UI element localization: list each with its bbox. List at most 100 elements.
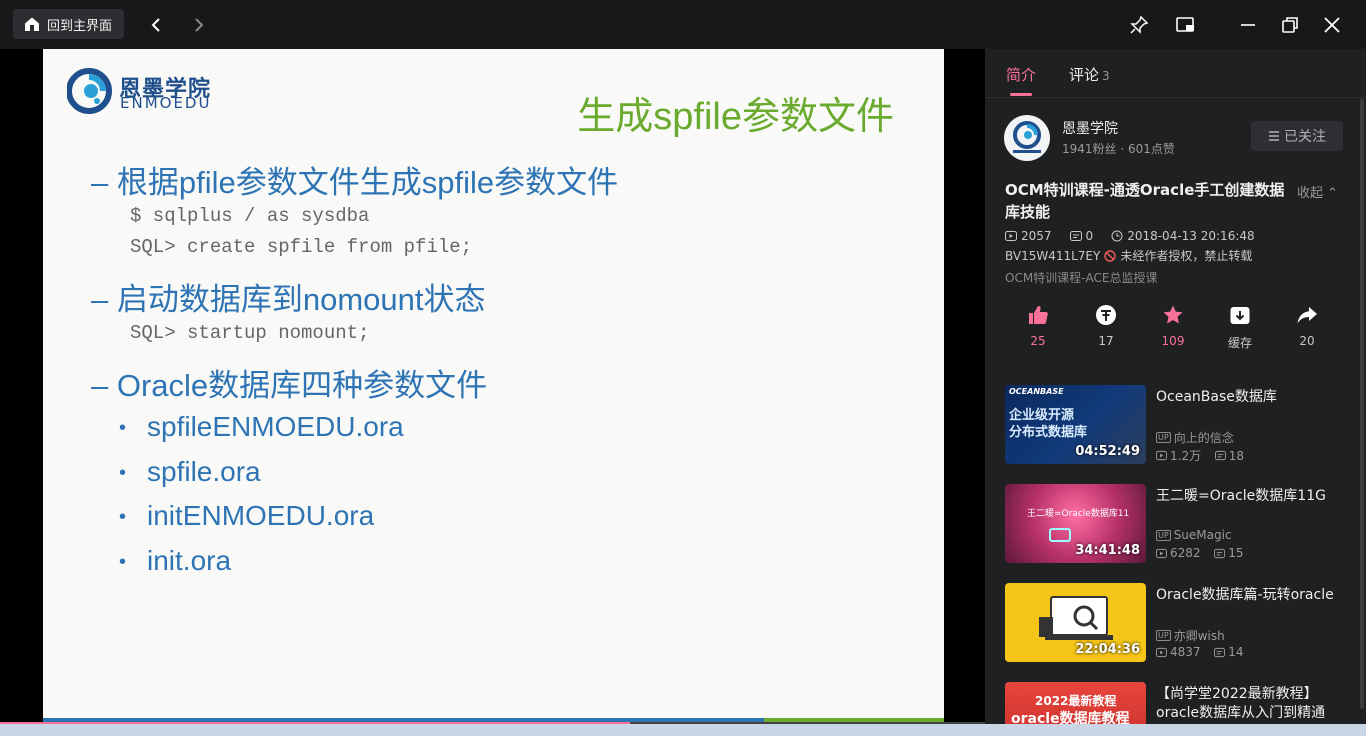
recommendation-item[interactable]: 22:04:36 Oracle数据库篇-玩转oracle UP 亦卿wish 48…	[1005, 583, 1350, 663]
share-icon	[1297, 307, 1317, 324]
play-count-icon	[1005, 231, 1017, 241]
bvid-row: BV15W411L7EY 未经作者授权，禁止转载	[1005, 247, 1252, 264]
home-icon	[25, 17, 39, 31]
tab-intro[interactable]: 简介	[1006, 64, 1036, 85]
close-button[interactable]	[1320, 13, 1344, 37]
enmoedu-logo: 恩墨学院 ENMOEDU	[67, 67, 217, 115]
danmaku-count: 0	[1085, 229, 1094, 243]
pin-button[interactable]	[1127, 13, 1151, 37]
danmaku-icon	[1214, 647, 1226, 657]
recommendation-title[interactable]: OceanBase数据库	[1156, 388, 1346, 407]
danmaku-icon	[1214, 450, 1226, 461]
picture-in-picture-icon	[1176, 17, 1194, 32]
coin-button[interactable]: 17	[1076, 304, 1136, 348]
star-icon	[1163, 305, 1183, 324]
recommendation-thumbnail[interactable]: OCEANBASE 企业级开源 分布式数据库 04:52:49	[1005, 385, 1146, 464]
collapse-toggle[interactable]: 收起 ⌃	[1297, 182, 1338, 201]
video-duration: 22:04:36	[1075, 642, 1140, 657]
panel-scrollbar[interactable]	[1360, 99, 1364, 709]
danmaku-icon	[1214, 548, 1226, 558]
top-bar: 回到主界面	[0, 0, 1366, 49]
danmaku-icon	[1069, 231, 1082, 241]
up-badge-icon: UP	[1156, 432, 1171, 443]
slide-sub-bullet: • init.ora	[119, 545, 232, 576]
minimize-icon	[1241, 24, 1255, 26]
action-bar: 25 17 109 缓存 20	[1005, 304, 1345, 354]
video-meta: 2057 0 2018-04-13 20:16:48	[1005, 229, 1255, 243]
panel-tabs: 简介 评论 3	[985, 49, 1366, 98]
view-count: 2057	[1021, 229, 1052, 243]
chevron-up-icon: ⌃	[1327, 186, 1339, 201]
clock-icon	[1111, 230, 1123, 242]
code-line-1: $ sqlplus / as sysdba	[130, 205, 370, 227]
recommendation-stats: 4837 14	[1156, 645, 1243, 659]
chevron-right-icon	[195, 18, 204, 32]
uploader-stats: 1941粉丝 · 601点赞	[1062, 142, 1175, 156]
logo-swirl-icon	[67, 68, 112, 114]
code-line-3: SQL> startup nomount;	[130, 322, 370, 344]
collection-name[interactable]: OCM特训课程-ACE总监授课	[1005, 269, 1157, 286]
mini-player-button[interactable]	[1173, 13, 1197, 37]
share-button[interactable]: 20	[1277, 304, 1337, 348]
slide-sub-bullet: • spfileENMOEDU.ora	[119, 411, 404, 442]
copyright-notice: 未经作者授权，禁止转载	[1120, 249, 1253, 263]
play-count-icon	[1156, 647, 1167, 657]
recommendation-title[interactable]: Oracle数据库篇-玩转oracle	[1156, 586, 1346, 605]
recommendation-title[interactable]: 【尚学堂2022最新教程】oracle数据库从入门到精通	[1156, 685, 1346, 723]
home-button-label: 回到主界面	[47, 18, 113, 34]
comments-count: 3	[1102, 69, 1110, 83]
back-button[interactable]	[144, 13, 168, 37]
recommendation-item[interactable]: 2022最新教程 oracle数据库教程 【尚学堂2022最新教程】oracle…	[1005, 682, 1350, 724]
tab-comments[interactable]: 评论 3	[1069, 64, 1110, 85]
recommendation-stats: 6282 15	[1156, 546, 1243, 560]
slide-title: 生成spfile参数文件	[577, 96, 894, 138]
like-button[interactable]: 25	[1008, 304, 1068, 348]
recommendation-thumbnail[interactable]: 22:04:36	[1005, 583, 1146, 662]
avatar-logo-icon	[1013, 121, 1041, 153]
recommendation-thumbnail[interactable]: 王二暖=Oracle数据库11 34:41:48	[1005, 484, 1146, 563]
video-duration: 04:52:49	[1075, 444, 1140, 459]
recommendation-stats: 1.2万 18	[1156, 447, 1244, 464]
recommendation-uploader: UP 向上的信念	[1156, 431, 1234, 445]
no-repost-icon	[1104, 249, 1117, 262]
pin-icon	[1130, 15, 1149, 34]
recommendation-title[interactable]: 王二暖=Oracle数据库11G	[1156, 487, 1346, 506]
slide-sub-bullet: • initENMOEDU.ora	[119, 500, 375, 531]
slide-frame: 恩墨学院 ENMOEDU 生成spfile参数文件 – 根据pfile参数文件生…	[43, 49, 944, 724]
home-button[interactable]: 回到主界面	[13, 9, 125, 39]
play-count-icon	[1156, 450, 1167, 461]
recommendation-item[interactable]: OCEANBASE 企业级开源 分布式数据库 04:52:49 OceanBas…	[1005, 385, 1350, 465]
restore-button[interactable]	[1278, 13, 1302, 37]
up-badge-icon: UP	[1156, 529, 1171, 541]
restore-icon	[1282, 17, 1298, 33]
tv-icon	[1049, 528, 1071, 542]
uploader-avatar[interactable]	[1004, 115, 1050, 161]
video-player[interactable]: 恩墨学院 ENMOEDU 生成spfile参数文件 – 根据pfile参数文件生…	[0, 49, 985, 724]
code-line-2: SQL> create spfile from pfile;	[130, 236, 473, 258]
uploader-name[interactable]: 恩墨学院	[1062, 118, 1118, 138]
slide-bullet-1: – 根据pfile参数文件生成spfile参数文件	[91, 165, 619, 200]
recommendation-uploader: UP 亦卿wish	[1156, 629, 1225, 643]
video-title: OCM特训课程-通透Oracle手工创建数据库技能	[1005, 181, 1285, 221]
recommendation-item[interactable]: 王二暖=Oracle数据库11 34:41:48 王二暖=Oracle数据库11…	[1005, 484, 1350, 564]
taskbar-edge	[0, 724, 1366, 736]
logo-english-text: ENMOEDU	[120, 94, 212, 112]
info-panel: 简介 评论 3 恩墨学院 1941粉丝 · 601点赞 已关注 OCM特训课程-通…	[985, 49, 1366, 724]
follow-button[interactable]: 已关注	[1251, 121, 1343, 151]
slide-bullet-3: – Oracle数据库四种参数文件	[91, 368, 488, 403]
play-count-icon	[1156, 548, 1167, 558]
slide-sub-bullet: • spfile.ora	[119, 456, 261, 487]
forward-button[interactable]	[187, 13, 211, 37]
minimize-button[interactable]	[1236, 13, 1260, 37]
coin-icon	[1096, 305, 1116, 325]
active-tab-indicator	[1010, 93, 1032, 96]
publish-datetime: 2018-04-13 20:16:48	[1127, 229, 1255, 243]
download-icon	[1230, 307, 1250, 324]
recommendation-thumbnail[interactable]: 2022最新教程 oracle数据库教程	[1005, 682, 1146, 724]
slide-bullet-2: – 启动数据库到nomount状态	[91, 282, 486, 317]
menu-icon	[1269, 131, 1279, 141]
close-icon	[1324, 17, 1340, 33]
up-badge-icon: UP	[1156, 630, 1171, 641]
favorite-button[interactable]: 109	[1143, 304, 1203, 348]
cache-button[interactable]: 缓存	[1210, 304, 1270, 351]
